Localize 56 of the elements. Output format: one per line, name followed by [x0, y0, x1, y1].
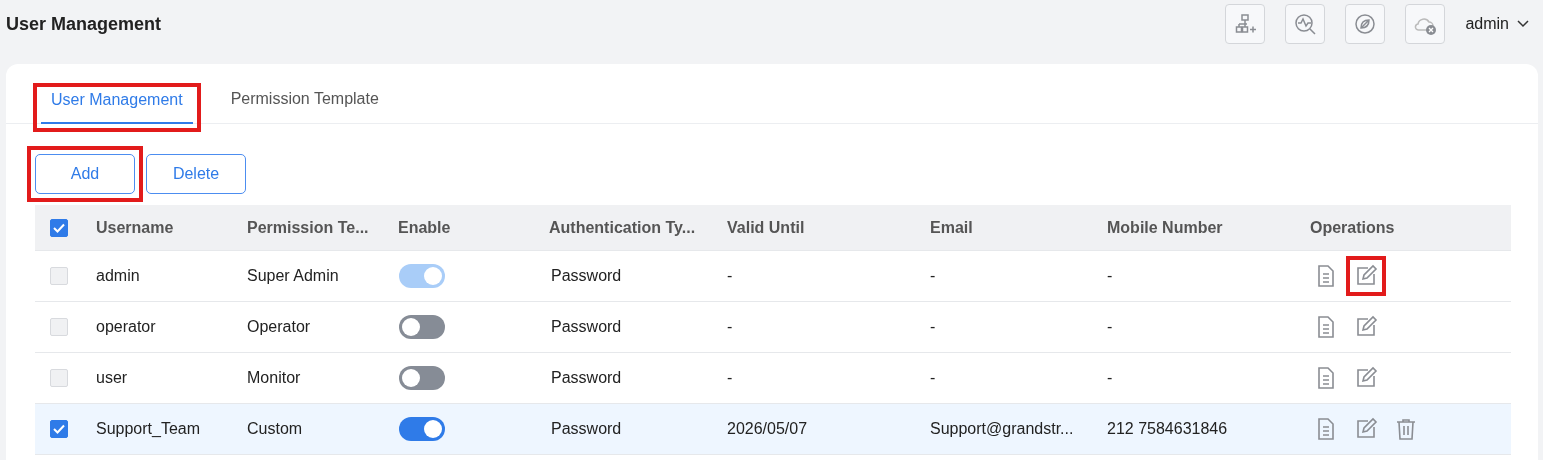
mobile-cell-text: 212 7584631846: [1107, 420, 1229, 438]
action-button[interactable]: Delete: [146, 154, 246, 194]
email-cell-text: Support@grandstr...: [930, 420, 1075, 438]
enable-toggle[interactable]: [399, 315, 445, 339]
username-cell-text: user: [96, 369, 129, 387]
email-cell-text: -: [930, 267, 937, 285]
valid-until-cell-text: -: [727, 369, 734, 387]
username-header: Username: [96, 218, 175, 237]
edit-icon[interactable]: [1354, 366, 1378, 390]
email-cell-text: -: [930, 369, 937, 387]
username-cell-text: admin: [96, 267, 141, 285]
page-title: User Management: [6, 13, 163, 35]
valid-until-cell-text: -: [727, 267, 734, 285]
caret-icon[interactable]: [1517, 20, 1529, 28]
cloud-offline-icon[interactable]: [1405, 4, 1446, 44]
authentication-header: Authentication Ty...: [549, 218, 697, 237]
permission-cell-text: Super Admin: [247, 267, 340, 285]
auth-type-cell-text: Password: [550, 369, 623, 387]
action-button[interactable]: Add: [35, 154, 135, 194]
table-row[interactable]: operator Operator Password - - -: [35, 302, 1511, 353]
permission-cell-text: Monitor: [247, 369, 302, 387]
email-header: Email: [930, 218, 974, 237]
compass-icon[interactable]: [1345, 4, 1386, 44]
trash-icon[interactable]: [1394, 417, 1418, 441]
mobile-header: Mobile Number: [1107, 218, 1224, 237]
username-cell-text: Support_Team: [96, 420, 202, 438]
mobile-cell-text: -: [1107, 369, 1114, 387]
mobile-cell-text: -: [1107, 318, 1114, 336]
select-all-checkbox[interactable]: [50, 218, 68, 237]
valid-until-cell-text: 2026/05/07: [727, 420, 809, 438]
auth-type-cell-text: Password: [550, 318, 623, 336]
enable-toggle[interactable]: [399, 366, 445, 390]
row-checkbox[interactable]: [50, 420, 68, 438]
edit-icon[interactable]: [1354, 315, 1378, 339]
auth-type-cell-text: Password: [550, 420, 623, 438]
permission-cell-text: Operator: [247, 318, 312, 336]
pulse-search-icon[interactable]: [1285, 4, 1326, 44]
table-row[interactable]: Support_Team Custom Password 2026/05/07 Support@grandstr... 212 7584631846: [35, 404, 1511, 455]
permission-cell-text: Custom: [247, 420, 304, 438]
auth-type-cell-text: Password: [550, 267, 623, 285]
enable-header: Enable: [398, 218, 452, 237]
enable-toggle[interactable]: [399, 417, 445, 441]
table-row[interactable]: admin Super Admin Password - - -: [35, 251, 1511, 302]
valid-until-header: Valid Until: [727, 218, 806, 237]
edit-icon[interactable]: [1354, 417, 1378, 441]
user-menu[interactable]: admin: [1465, 15, 1509, 33]
tab[interactable]: User Management: [41, 91, 193, 124]
username-cell-text: operator: [96, 318, 157, 336]
operations-header: Operations: [1310, 218, 1396, 237]
edit-icon[interactable]: [1354, 264, 1378, 288]
tab[interactable]: Permission Template: [220, 90, 389, 123]
email-cell-text: -: [930, 318, 937, 336]
mobile-cell-text: -: [1107, 267, 1114, 285]
valid-until-cell-text: -: [727, 318, 734, 336]
permission-header: Permission Te...: [247, 218, 370, 237]
network-add-icon[interactable]: [1225, 4, 1266, 44]
